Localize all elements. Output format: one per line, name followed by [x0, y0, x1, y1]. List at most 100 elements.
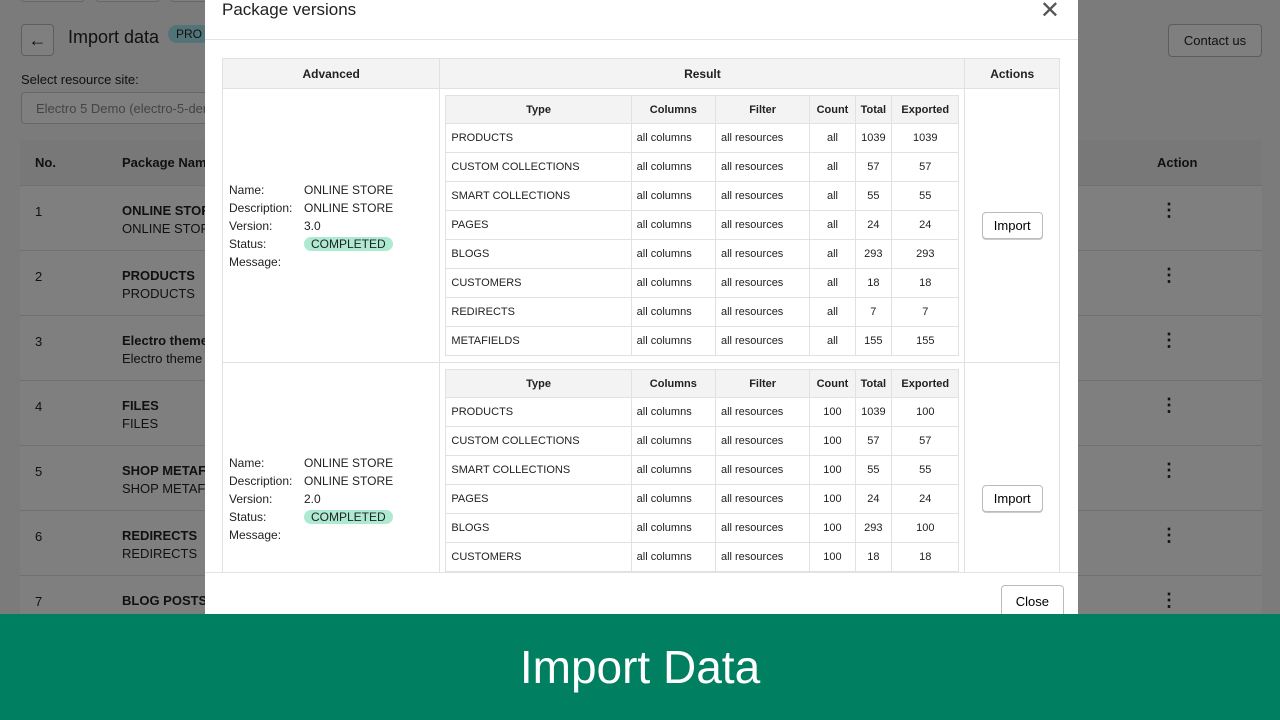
result-row: METAFIELDS all columns all resources all 155… [445, 326, 960, 356]
label-name: Name: [229, 182, 265, 197]
label-status: Status: [229, 509, 267, 524]
status-badge: COMPLETED [304, 509, 393, 524]
result-cell: 18 [854, 268, 893, 298]
version-row: Name: ONLINE STORE Description: ONLINE STOR… [221, 88, 1060, 363]
header-actions: Actions [964, 58, 1060, 89]
result-cell: all resources [714, 484, 811, 514]
result-cell: all columns [630, 297, 716, 327]
package-versions-modal: Package versions ✕ Advanced Result Actio… [205, 0, 1078, 618]
value-name: ONLINE STORE [304, 455, 394, 470]
label-version: Version: [229, 491, 273, 506]
modal-title: Package versions [222, 0, 357, 19]
result-cell: all resources [714, 181, 811, 211]
value-description: ONLINE STORE [304, 200, 394, 215]
result-cell: all resources [714, 268, 811, 298]
result-cell: METAFIELDS [445, 326, 632, 356]
result-cell: 57 [854, 426, 893, 456]
result-cell: all resources [714, 210, 811, 240]
import-button[interactable]: Import [981, 485, 1043, 512]
versions-table: Advanced Result Actions Name: ONLINE STOR… [221, 58, 1060, 572]
status-badge: COMPLETED [304, 236, 393, 251]
result-cell: SMART COLLECTIONS [445, 181, 632, 211]
result-cell: 100 [809, 513, 856, 543]
result-cell: all [809, 297, 856, 327]
result-cell: all resources [714, 397, 811, 427]
result-cell: 1039 [891, 123, 960, 153]
result-cell: all [809, 326, 856, 356]
inner-header: Columns [630, 369, 716, 398]
close-icon[interactable]: ✕ [1040, 0, 1060, 25]
result-cell: all columns [630, 542, 716, 572]
result-row: CUSTOM COLLECTIONS all columns all resourc… [445, 426, 960, 456]
result-row: SMART COLLECTIONS all columns all resource… [445, 181, 960, 211]
result-cell: 55 [854, 455, 893, 485]
result-cell: 100 [891, 513, 960, 543]
result-cell: 24 [854, 210, 893, 240]
result-row: REDIRECTS all columns all resources all 7 7 [445, 297, 960, 327]
result-cell: all columns [630, 210, 716, 240]
inner-header: Count [809, 369, 856, 398]
result-cell: 100 [809, 397, 856, 427]
result-row: BLOGS all columns all resources 100 293 100 [445, 513, 960, 543]
result-cell: all columns [630, 268, 716, 298]
result-cell: 1039 [854, 397, 893, 427]
label-version: Version: [229, 218, 273, 233]
inner-header: Type [445, 95, 632, 124]
result-cell: all columns [630, 326, 716, 356]
result-cell: all resources [714, 239, 811, 269]
result-cell: 55 [891, 181, 960, 211]
result-row: PRODUCTS all columns all resources 100 1039 1… [445, 397, 960, 427]
result-row: PAGES all columns all resources all 24 24 [445, 210, 960, 240]
value-version: 2.0 [304, 491, 321, 506]
result-cell: all columns [630, 239, 716, 269]
result-cell: all [809, 210, 856, 240]
result-row: BLOGS all columns all resources all 293 293 [445, 239, 960, 269]
result-cell: all resources [714, 542, 811, 572]
result-row: CUSTOM COLLECTIONS all columns all resourc… [445, 152, 960, 182]
import-button[interactable]: Import [981, 212, 1043, 239]
inner-header: Exported [891, 369, 960, 398]
result-cell: 155 [854, 326, 893, 356]
value-message [304, 255, 439, 269]
result-cell: 100 [809, 426, 856, 456]
result-cell: all columns [630, 513, 716, 543]
result-cell: Type Columns Filter Count Total Exported PRODU… [439, 88, 966, 363]
result-cell: 293 [854, 239, 893, 269]
inner-header: Total [854, 95, 893, 124]
result-row: SMART COLLECTIONS all columns all resource… [445, 455, 960, 485]
value-description: ONLINE STORE [304, 473, 394, 488]
result-cell: Type Columns Filter Count Total Exported PRODU… [439, 362, 966, 572]
result-cell: CUSTOM COLLECTIONS [445, 152, 632, 182]
result-cell: 57 [891, 152, 960, 182]
result-cell: CUSTOM COLLECTIONS [445, 426, 632, 456]
version-row: Name: ONLINE STORE Description: ONLINE STOR… [221, 362, 1060, 572]
actions-cell: Import [964, 88, 1060, 363]
result-cell: all resources [714, 123, 811, 153]
value-name: ONLINE STORE [304, 182, 394, 197]
result-cell: all columns [630, 181, 716, 211]
result-cell: 1039 [854, 123, 893, 153]
header-result: Result [439, 58, 966, 89]
value-message [304, 528, 439, 542]
result-cell: CUSTOMERS [445, 542, 632, 572]
result-cell: PAGES [445, 484, 632, 514]
result-row: CUSTOMERS all columns all resources all 18 18 [445, 268, 960, 298]
result-cell: 7 [891, 297, 960, 327]
result-cell: REDIRECTS [445, 297, 632, 327]
result-cell: 100 [809, 542, 856, 572]
result-cell: PAGES [445, 210, 632, 240]
caption-banner: Import Data [0, 614, 1280, 720]
result-cell: all resources [714, 152, 811, 182]
result-cell: 100 [809, 455, 856, 485]
label-name: Name: [229, 455, 265, 470]
result-cell: BLOGS [445, 513, 632, 543]
result-cell: 293 [891, 239, 960, 269]
result-row: PAGES all columns all resources 100 24 24 [445, 484, 960, 514]
result-cell: 57 [854, 152, 893, 182]
modal-body[interactable]: Advanced Result Actions Name: ONLINE STOR… [205, 40, 1078, 572]
result-table: Type Columns Filter Count Total Exported PRODU… [445, 95, 960, 356]
result-cell: 24 [854, 484, 893, 514]
result-cell: 55 [891, 455, 960, 485]
result-cell: all columns [630, 152, 716, 182]
modal-footer: Close [205, 572, 1078, 618]
